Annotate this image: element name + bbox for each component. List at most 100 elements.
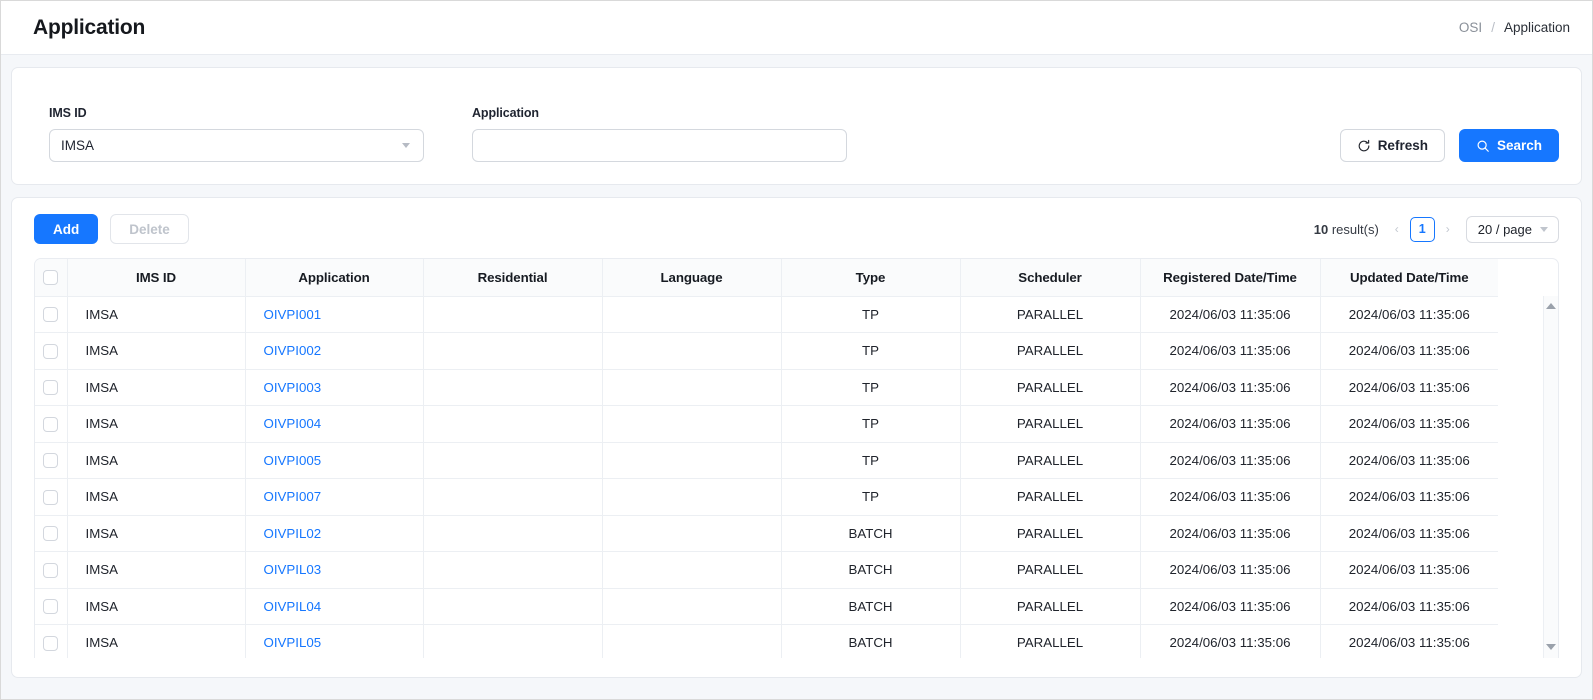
- breadcrumb-separator: /: [1491, 20, 1495, 35]
- cell-application: OIVPI007: [245, 479, 423, 516]
- row-checkbox[interactable]: [43, 417, 58, 432]
- table-header-row: IMS ID Application Residential Language …: [35, 259, 1498, 296]
- cell-scheduler: PARALLEL: [960, 479, 1140, 516]
- column-header-application[interactable]: Application: [245, 259, 423, 296]
- result-count-suffix: result(s): [1328, 222, 1379, 237]
- application-link[interactable]: OIVPIL04: [264, 599, 322, 614]
- table-row[interactable]: IMSAOIVPI005TPPARALLEL2024/06/03 11:35:0…: [35, 442, 1498, 479]
- cell-residential: [423, 333, 602, 370]
- add-button[interactable]: Add: [34, 214, 98, 244]
- search-button[interactable]: Search: [1459, 129, 1559, 162]
- row-checkbox[interactable]: [43, 380, 58, 395]
- row-checkbox[interactable]: [43, 636, 58, 651]
- application-page: Application OSI / Application IMS ID IMS…: [0, 0, 1593, 700]
- cell-scheduler: PARALLEL: [960, 406, 1140, 443]
- page-1-button[interactable]: 1: [1410, 217, 1435, 242]
- cell-type: TP: [781, 333, 960, 370]
- result-count-number: 10: [1314, 222, 1328, 237]
- table-row[interactable]: IMSAOIVPI002TPPARALLEL2024/06/03 11:35:0…: [35, 333, 1498, 370]
- application-link[interactable]: OIVPI003: [264, 380, 322, 395]
- cell-scheduler: PARALLEL: [960, 588, 1140, 625]
- cell-ims-id: IMSA: [67, 515, 245, 552]
- scroll-down-arrow-icon[interactable]: [1544, 640, 1558, 654]
- application-link[interactable]: OIVPI002: [264, 343, 322, 358]
- cell-application: OIVPI002: [245, 333, 423, 370]
- application-link[interactable]: OIVPI007: [264, 489, 322, 504]
- select-all-checkbox[interactable]: [43, 270, 58, 285]
- prev-page-button[interactable]: ‹: [1391, 223, 1403, 235]
- cell-language: [602, 406, 781, 443]
- row-checkbox[interactable]: [43, 563, 58, 578]
- refresh-button[interactable]: Refresh: [1340, 129, 1445, 162]
- application-input-wrap[interactable]: [472, 129, 847, 162]
- cell-application: OIVPI004: [245, 406, 423, 443]
- cell-application: OIVPI005: [245, 442, 423, 479]
- row-select-cell: [35, 552, 67, 589]
- row-checkbox[interactable]: [43, 453, 58, 468]
- table-row[interactable]: IMSAOIVPIL02BATCHPARALLEL2024/06/03 11:3…: [35, 515, 1498, 552]
- breadcrumb-item-osi[interactable]: OSI: [1459, 20, 1482, 35]
- table-row[interactable]: IMSAOIVPI007TPPARALLEL2024/06/03 11:35:0…: [35, 479, 1498, 516]
- cell-updated-date-time: 2024/06/03 11:35:06: [1320, 406, 1498, 443]
- cell-registered-date-time: 2024/06/03 11:35:06: [1140, 479, 1320, 516]
- list-toolbar: Add Delete 10 result(s) ‹ 1 › 20 / page: [12, 198, 1581, 258]
- column-header-updated-date-time[interactable]: Updated Date/Time: [1320, 259, 1498, 296]
- cell-language: [602, 515, 781, 552]
- cell-registered-date-time: 2024/06/03 11:35:06: [1140, 442, 1320, 479]
- row-checkbox[interactable]: [43, 490, 58, 505]
- cell-updated-date-time: 2024/06/03 11:35:06: [1320, 369, 1498, 406]
- table-row[interactable]: IMSAOIVPI001TPPARALLEL2024/06/03 11:35:0…: [35, 296, 1498, 333]
- column-header-language[interactable]: Language: [602, 259, 781, 296]
- row-checkbox[interactable]: [43, 599, 58, 614]
- add-button-label: Add: [53, 222, 79, 237]
- table-row[interactable]: IMSAOIVPI003TPPARALLEL2024/06/03 11:35:0…: [35, 369, 1498, 406]
- chevron-down-icon: [402, 143, 410, 148]
- page-size-select[interactable]: 20 / page: [1466, 216, 1559, 243]
- cell-application: OIVPIL03: [245, 552, 423, 589]
- table-row[interactable]: IMSAOIVPIL05BATCHPARALLEL2024/06/03 11:3…: [35, 625, 1498, 659]
- table-row[interactable]: IMSAOIVPI004TPPARALLEL2024/06/03 11:35:0…: [35, 406, 1498, 443]
- page-header: Application OSI / Application: [1, 1, 1592, 55]
- row-checkbox[interactable]: [43, 526, 58, 541]
- column-header-residential[interactable]: Residential: [423, 259, 602, 296]
- column-header-ims-id[interactable]: IMS ID: [67, 259, 245, 296]
- table-vertical-scrollbar[interactable]: [1543, 296, 1558, 658]
- cell-ims-id: IMSA: [67, 369, 245, 406]
- table-row[interactable]: IMSAOIVPIL03BATCHPARALLEL2024/06/03 11:3…: [35, 552, 1498, 589]
- cell-updated-date-time: 2024/06/03 11:35:06: [1320, 552, 1498, 589]
- row-checkbox[interactable]: [43, 344, 58, 359]
- cell-scheduler: PARALLEL: [960, 442, 1140, 479]
- row-select-cell: [35, 406, 67, 443]
- cell-ims-id: IMSA: [67, 625, 245, 659]
- cell-registered-date-time: 2024/06/03 11:35:06: [1140, 369, 1320, 406]
- table-row[interactable]: IMSAOIVPIL04BATCHPARALLEL2024/06/03 11:3…: [35, 588, 1498, 625]
- application-link[interactable]: OIVPI001: [264, 307, 322, 322]
- application-link[interactable]: OIVPIL02: [264, 526, 322, 541]
- cell-application: OIVPIL02: [245, 515, 423, 552]
- cell-registered-date-time: 2024/06/03 11:35:06: [1140, 296, 1320, 333]
- application-input[interactable]: [484, 130, 835, 161]
- row-select-cell: [35, 479, 67, 516]
- row-checkbox[interactable]: [43, 307, 58, 322]
- column-header-type[interactable]: Type: [781, 259, 960, 296]
- application-link[interactable]: OIVPIL03: [264, 562, 322, 577]
- application-link[interactable]: OIVPIL05: [264, 635, 322, 650]
- row-select-cell: [35, 442, 67, 479]
- application-link[interactable]: OIVPI004: [264, 416, 322, 431]
- cell-language: [602, 625, 781, 659]
- cell-residential: [423, 625, 602, 659]
- next-page-button[interactable]: ›: [1442, 223, 1454, 235]
- column-header-registered-date-time[interactable]: Registered Date/Time: [1140, 259, 1320, 296]
- search-icon: [1476, 139, 1490, 153]
- cell-language: [602, 296, 781, 333]
- scroll-up-arrow-icon[interactable]: [1544, 299, 1558, 313]
- cell-updated-date-time: 2024/06/03 11:35:06: [1320, 479, 1498, 516]
- application-link[interactable]: OIVPI005: [264, 453, 322, 468]
- column-header-scheduler[interactable]: Scheduler: [960, 259, 1140, 296]
- application-list-card: Add Delete 10 result(s) ‹ 1 › 20 / page: [11, 197, 1582, 678]
- cell-updated-date-time: 2024/06/03 11:35:06: [1320, 296, 1498, 333]
- application-label: Application: [472, 106, 847, 120]
- ims-id-select[interactable]: IMSA: [49, 129, 424, 162]
- cell-type: TP: [781, 442, 960, 479]
- cell-language: [602, 588, 781, 625]
